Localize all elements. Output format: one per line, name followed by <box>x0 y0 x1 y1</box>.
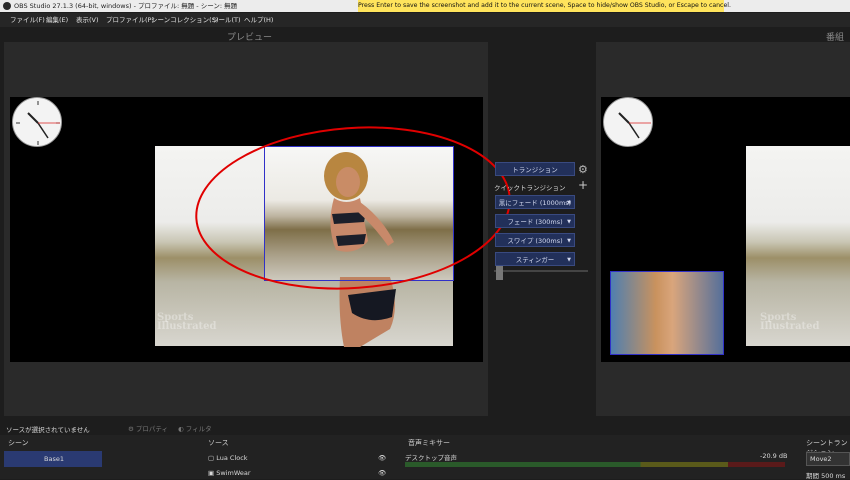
menu-tools[interactable]: ツール(T) <box>212 13 241 27</box>
docks-area: シーン ソース 音声ミキサー シーントランジション Base1 ▢ Lua Cl… <box>0 435 850 480</box>
filters-button[interactable]: ◐ フィルタ <box>178 423 212 433</box>
properties-label: プロパティ <box>135 425 169 433</box>
add-icon[interactable]: + <box>578 178 588 192</box>
no-source-label: ソースが選択されていません <box>6 426 90 434</box>
clock-icon <box>16 101 60 145</box>
source-label-2: SwimWear <box>216 469 251 477</box>
window-title: OBS Studio 27.1.3 (64-bit, windows) - プロ… <box>14 2 238 10</box>
tbar-handle[interactable] <box>496 266 503 280</box>
mixer-level: -20.9 dB <box>760 452 788 460</box>
screenshot-notice: Press Enter to save the screenshot and a… <box>358 0 731 12</box>
menu-help[interactable]: ヘルプ(H) <box>244 13 273 27</box>
quick-transition-stinger[interactable]: スティンガー ▼ <box>495 252 575 266</box>
source-item-lua-clock[interactable]: ▢ Lua Clock <box>208 454 248 462</box>
transition-select-label: Move2 <box>810 455 832 463</box>
annotation-ellipse <box>195 126 511 290</box>
menu-bar: ファイル(F) 編集(E) 表示(V) プロファイル(P) シーンコレクション(… <box>0 13 850 27</box>
program-beach-photo: Sports Illustrated <box>746 146 850 346</box>
chevron-down-icon: ▼ <box>567 257 571 263</box>
filters-label: フィルタ <box>185 425 212 433</box>
quick-transition-swipe[interactable]: スワイプ (300ms) ▼ <box>495 233 575 247</box>
chevron-down-icon: ▼ <box>567 238 571 244</box>
transition-select[interactable]: Move2 <box>806 452 850 466</box>
program-watermark: Sports Illustrated <box>760 312 820 332</box>
sources-dock-title: ソース <box>208 439 229 447</box>
quick-transition-label-2: フェード (300ms) <box>507 218 563 226</box>
scene-item[interactable]: Base1 <box>4 451 102 467</box>
eye-icon[interactable]: 👁 <box>378 454 386 462</box>
properties-button[interactable]: ⚙ プロパティ <box>128 423 168 433</box>
filter-icon: ◐ <box>178 425 184 433</box>
program-canvas: Sports Illustrated <box>601 97 850 362</box>
image-icon: ▣ <box>208 469 215 477</box>
mixer-meter <box>405 462 785 467</box>
mixer-dock-title: 音声ミキサー <box>408 439 450 447</box>
program-clock <box>603 97 653 147</box>
menu-scene-collection[interactable]: シーンコレクション(S) <box>151 13 218 27</box>
mixer-channel-name: デスクトップ音声 <box>405 454 457 462</box>
scenes-dock-title: シーン <box>8 439 29 447</box>
quick-transition-fade[interactable]: フェード (300ms) ▼ <box>495 214 575 228</box>
quick-transition-fade-black[interactable]: 黒にフェード (1000ms) ▼ <box>495 195 575 209</box>
clock-icon <box>618 112 651 139</box>
chevron-down-icon: ▼ <box>567 219 571 225</box>
menu-view[interactable]: 表示(V) <box>76 13 99 27</box>
program-second-photo <box>610 271 724 355</box>
clock-source <box>12 97 62 147</box>
quick-transition-label: クイックトランジション <box>494 184 566 192</box>
quick-transition-label-3: スワイプ (300ms) <box>507 237 563 245</box>
chevron-down-icon: ▼ <box>567 200 571 206</box>
quick-transition-label-4: スティンガー <box>515 256 555 264</box>
menu-profile[interactable]: プロファイル(P) <box>106 13 154 27</box>
gear-icon[interactable]: ⚙ <box>578 163 588 176</box>
quick-transition-label-1: 黒にフェード (1000ms) <box>498 199 572 207</box>
eye-icon[interactable]: 👁 <box>378 469 386 477</box>
gear-icon: ⚙ <box>128 425 134 433</box>
watermark-sports: Sports Illustrated <box>157 312 217 332</box>
obs-logo-icon <box>3 2 11 10</box>
menu-edit[interactable]: 編集(E) <box>46 13 68 27</box>
transition-button[interactable]: トランジション <box>495 162 575 176</box>
tbar-track <box>494 270 588 272</box>
menu-file[interactable]: ファイル(F) <box>10 13 45 27</box>
scene-item-label: Base1 <box>44 455 64 463</box>
source-item-swimwear[interactable]: ▣ SwimWear <box>208 469 251 477</box>
source-label-1: Lua Clock <box>216 454 248 462</box>
source-icon: ▢ <box>208 454 215 462</box>
